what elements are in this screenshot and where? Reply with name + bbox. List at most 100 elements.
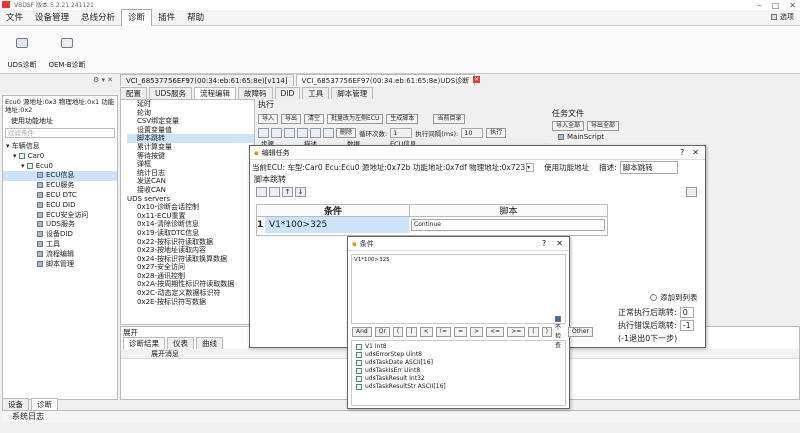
minimize-icon[interactable]: – — [758, 1, 762, 10]
cond-close-icon[interactable]: ✕ — [556, 237, 563, 251]
cur-dir-button[interactable]: 当前目录 — [433, 113, 466, 124]
menu-bus[interactable]: 总线分析 — [75, 10, 121, 26]
op-ne[interactable]: != — [435, 327, 452, 337]
oem-diag-button[interactable]: OEM-B诊断 — [42, 30, 92, 70]
options-label[interactable]: 选项 — [780, 12, 794, 22]
interval-input[interactable]: 10 — [461, 127, 484, 138]
menu-device[interactable]: 设备管理 — [29, 10, 75, 26]
batch-ecu-button[interactable]: 批量改为左侧ECU — [327, 113, 384, 124]
tree-car0[interactable]: ▾ Car0 — [3, 152, 117, 162]
cmd-item[interactable]: 0x2A-按周期性标识符读取数据 — [127, 280, 254, 289]
task-item[interactable]: MainScript — [552, 133, 712, 141]
clear-button[interactable]: 清空 — [304, 113, 325, 124]
cmd-item[interactable]: 0x14-清除诊断信息 — [127, 220, 254, 229]
import-button[interactable]: 导入 — [258, 113, 279, 124]
tree-uds-service[interactable]: UDS服务 — [3, 220, 117, 230]
desc-input[interactable]: 脚本跳转 — [619, 160, 678, 174]
cmd-item[interactable]: 累计算变量 — [127, 143, 254, 152]
op-rparen[interactable]: ) — [406, 327, 417, 337]
op-rparen2[interactable]: ) — [541, 327, 552, 337]
maximize-icon[interactable]: □ — [772, 1, 780, 10]
cmd-item[interactable]: 0x27-安全访问 — [127, 263, 254, 272]
op-or[interactable]: Or — [374, 327, 390, 337]
tab-uds-service[interactable]: UDS服务 — [149, 87, 193, 99]
tool-icon[interactable] — [258, 127, 269, 138]
tree-device-did[interactable]: 设备DID — [3, 230, 117, 240]
export-all-button[interactable]: 导出全部 — [587, 121, 620, 131]
no-check-checkbox[interactable]: 不检查 — [554, 315, 564, 349]
menu-file[interactable]: 文件 — [0, 10, 29, 26]
menu-diagnose[interactable]: 诊断 — [121, 9, 153, 26]
tree-flow-edit[interactable]: 流程编辑 — [3, 250, 117, 260]
tab-device[interactable]: 设备 — [2, 398, 29, 410]
tab-dtc[interactable]: 故障码 — [238, 87, 273, 99]
cmd-item[interactable]: 0x22-按标识符读取数据 — [127, 238, 254, 247]
gen-script-button[interactable]: 生成脚本 — [386, 113, 419, 124]
op-ge[interactable]: >= — [507, 327, 526, 337]
tab-diagnose[interactable]: 诊断 — [31, 398, 58, 410]
cmd-item[interactable]: 0x19-读取DTC信息 — [127, 229, 254, 238]
op-lparen2[interactable]: ( — [528, 327, 539, 337]
uds-diag-button[interactable]: UDS诊断 — [2, 30, 42, 70]
ecu-dropdown[interactable]: ▾ — [526, 162, 535, 172]
other-button[interactable]: Other — [567, 327, 593, 337]
menu-plugin[interactable]: 插件 — [152, 10, 181, 26]
cond-help-icon[interactable]: ? — [542, 237, 546, 251]
run-button[interactable]: 执行 — [486, 127, 507, 138]
up-icon[interactable]: ↑ — [282, 187, 293, 197]
script-select[interactable]: Continue — [411, 219, 605, 231]
tab-curve[interactable]: 曲线 — [196, 337, 223, 349]
close-icon[interactable]: ✕ — [789, 1, 796, 10]
down-icon[interactable]: ↓ — [295, 187, 306, 197]
op-lt[interactable]: < — [419, 327, 433, 337]
tree-vehicle[interactable]: ▾ 车辆信息 — [3, 142, 117, 152]
tree-ecu-dtc[interactable]: ECU DTC — [3, 191, 117, 201]
doc-tab-2[interactable]: VCI_68537756EF97(00:34:eb:61:65:8e)UDS诊断 — [295, 73, 476, 86]
cmd-item[interactable]: 0x2C-动态定义数据标识符 — [127, 289, 254, 298]
tree-ecu-info[interactable]: ECU信息 — [3, 171, 117, 182]
op-lparen[interactable]: ( — [392, 327, 404, 337]
table-menu-icon[interactable] — [686, 187, 697, 197]
add-to-list[interactable]: 添加到列表 — [650, 292, 698, 303]
cmd-item[interactable]: 0x2E-按标识符写数据 — [127, 298, 254, 307]
op-gt[interactable]: > — [470, 327, 484, 337]
ok-jump-input[interactable]: 0 — [679, 307, 694, 318]
tab-diag-result[interactable]: 诊断结果 — [123, 337, 165, 349]
tool-icon[interactable] — [323, 127, 334, 138]
tab-flow-edit[interactable]: 流程编辑 — [194, 87, 237, 99]
tree-script-mgr[interactable]: 脚本管理 — [3, 260, 117, 270]
car0-check[interactable] — [18, 152, 25, 159]
field-item[interactable]: udsTaskDate ASCII[16] — [356, 359, 561, 367]
cmd-item[interactable]: 弹框 — [127, 160, 254, 169]
add-icon[interactable] — [256, 187, 267, 197]
cmd-item[interactable]: 发送CAN — [127, 177, 254, 186]
err-jump-input[interactable]: -1 — [679, 320, 694, 331]
cmd-item[interactable]: 接收CAN — [127, 186, 254, 195]
expr-textarea[interactable]: V1*100>325 — [351, 254, 566, 324]
tool-icon[interactable] — [271, 127, 282, 138]
ecu0-check[interactable] — [26, 162, 33, 169]
tree-tools[interactable]: 工具 — [3, 240, 117, 250]
tab-gauge[interactable]: 仪表 — [167, 337, 194, 349]
tool-icon[interactable] — [297, 127, 308, 138]
tree-ecu-security[interactable]: ECU安全访问 — [3, 211, 117, 221]
cmd-item[interactable]: CSV绑定变量 — [127, 117, 254, 126]
cmd-item[interactable]: 延时 — [127, 100, 254, 109]
panel-pin-icon[interactable]: ⚙ ▾ ✕ — [93, 76, 113, 84]
tab-script-mgr[interactable]: 脚本管理 — [331, 87, 374, 99]
op-eq[interactable]: = — [454, 327, 468, 337]
tab-tools[interactable]: 工具 — [302, 87, 330, 99]
remove-icon[interactable] — [269, 187, 280, 197]
cmd-group-uds[interactable]: UDS servers — [127, 195, 254, 204]
tool-icon[interactable] — [310, 127, 321, 138]
field-item[interactable]: V1 Int8 — [356, 343, 561, 351]
loop-input[interactable]: 1 — [390, 127, 413, 138]
use-func-checkbox[interactable]: 使用功能地址 — [544, 162, 589, 173]
delete-button[interactable]: 删除 — [336, 127, 357, 138]
op-and[interactable]: And — [352, 327, 372, 337]
export-button[interactable]: 导出 — [281, 113, 302, 124]
tab-did[interactable]: DID — [274, 87, 301, 99]
tree-ecu-did[interactable]: ECU DID — [3, 201, 117, 211]
menu-help[interactable]: 帮助 — [181, 10, 210, 26]
op-le[interactable]: <= — [486, 327, 505, 337]
